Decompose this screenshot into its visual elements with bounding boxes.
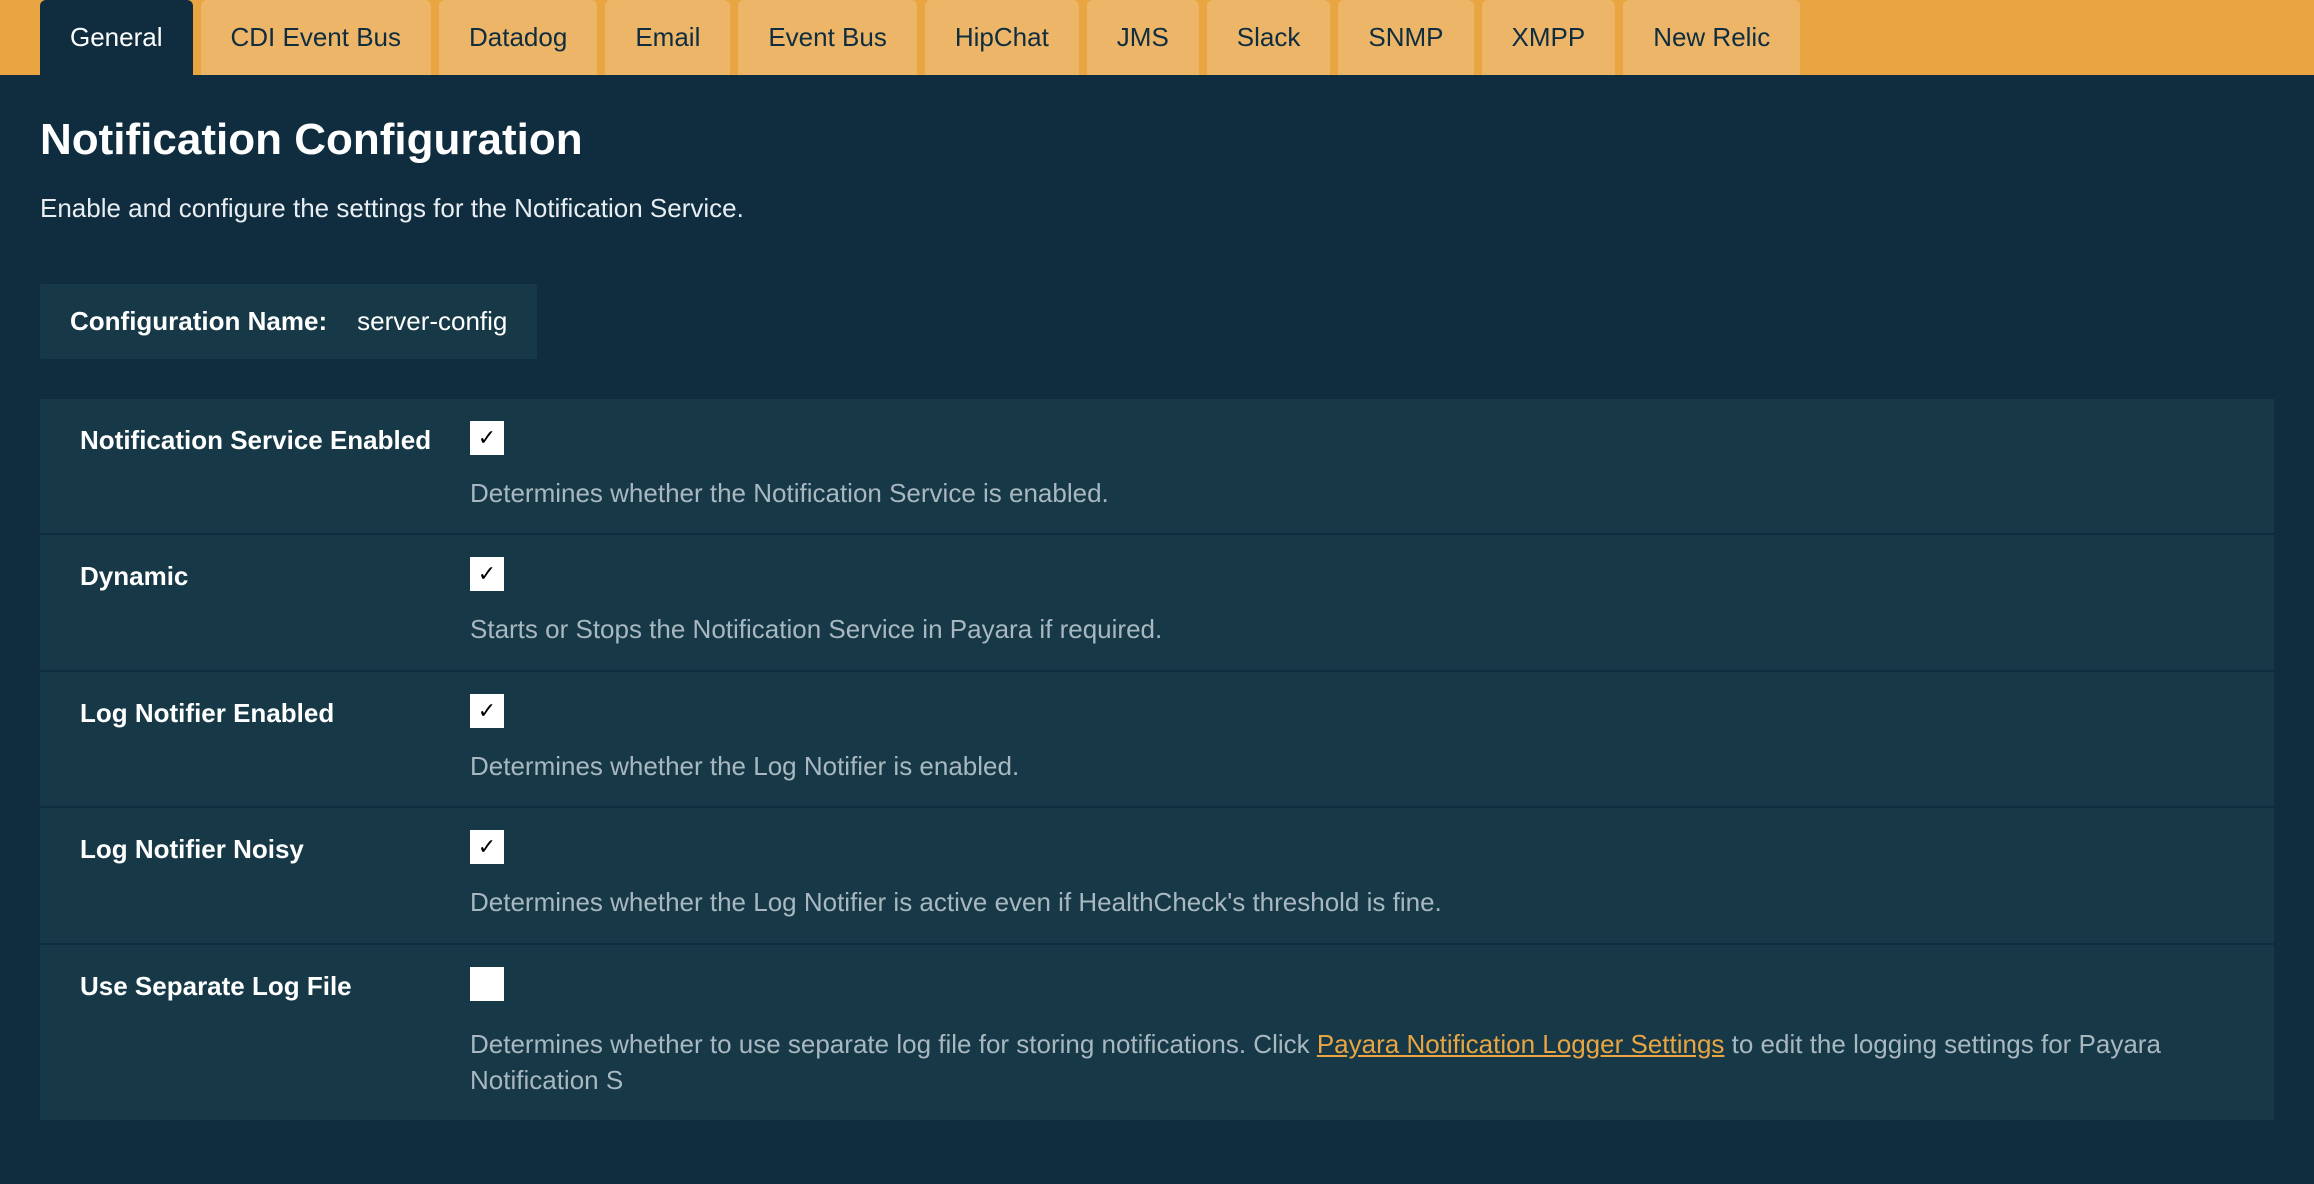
setting-control: Determines whether to use separate log f… [470, 967, 2234, 1099]
checkbox-notification-service-enabled[interactable]: ✓ [470, 421, 504, 455]
checkbox-log-notifier-enabled[interactable]: ✓ [470, 694, 504, 728]
setting-notification-service-enabled: Notification Service Enabled ✓ Determine… [40, 399, 2274, 535]
tab-email[interactable]: Email [605, 0, 730, 75]
setting-control: ✓ Determines whether the Log Notifier is… [470, 830, 2234, 920]
tab-new-relic[interactable]: New Relic [1623, 0, 1800, 75]
config-name-row: Configuration Name: server-config [40, 284, 537, 359]
setting-label: Log Notifier Noisy [80, 830, 470, 865]
tab-bar: General CDI Event Bus Datadog Email Even… [0, 0, 2314, 75]
tab-cdi-event-bus[interactable]: CDI Event Bus [201, 0, 432, 75]
setting-log-notifier-noisy: Log Notifier Noisy ✓ Determines whether … [40, 808, 2274, 944]
setting-description: Determines whether the Notification Serv… [470, 475, 2234, 511]
tab-event-bus[interactable]: Event Bus [738, 0, 917, 75]
description-prefix: Determines whether to use separate log f… [470, 1029, 1317, 1059]
page-title: Notification Configuration [40, 115, 2274, 165]
setting-description: Determines whether the Log Notifier is e… [470, 748, 2234, 784]
setting-control: ✓ Determines whether the Notification Se… [470, 421, 2234, 511]
tab-slack[interactable]: Slack [1207, 0, 1331, 75]
tab-jms[interactable]: JMS [1087, 0, 1199, 75]
setting-label: Use Separate Log File [80, 967, 470, 1002]
setting-dynamic: Dynamic ✓ Starts or Stops the Notificati… [40, 535, 2274, 671]
setting-label: Log Notifier Enabled [80, 694, 470, 729]
setting-description: Determines whether the Log Notifier is a… [470, 884, 2234, 920]
setting-control: ✓ Starts or Stops the Notification Servi… [470, 557, 2234, 647]
tab-hipchat[interactable]: HipChat [925, 0, 1079, 75]
tab-snmp[interactable]: SNMP [1338, 0, 1473, 75]
setting-description: Starts or Stops the Notification Service… [470, 611, 2234, 647]
settings-table: Notification Service Enabled ✓ Determine… [40, 399, 2274, 1122]
checkbox-dynamic[interactable]: ✓ [470, 557, 504, 591]
tab-datadog[interactable]: Datadog [439, 0, 597, 75]
tab-general[interactable]: General [40, 0, 193, 75]
config-name-value: server-config [357, 306, 507, 337]
link-payara-notification-logger-settings[interactable]: Payara Notification Logger Settings [1317, 1029, 1725, 1059]
page-subtitle: Enable and configure the settings for th… [40, 193, 2274, 224]
setting-control: ✓ Determines whether the Log Notifier is… [470, 694, 2234, 784]
setting-label: Dynamic [80, 557, 470, 592]
checkbox-log-notifier-noisy[interactable]: ✓ [470, 830, 504, 864]
content-area: Notification Configuration Enable and co… [0, 75, 2314, 1122]
setting-description: Determines whether to use separate log f… [470, 1026, 2234, 1099]
config-name-label: Configuration Name: [70, 306, 327, 337]
tab-xmpp[interactable]: XMPP [1482, 0, 1616, 75]
setting-label: Notification Service Enabled [80, 421, 470, 456]
setting-log-notifier-enabled: Log Notifier Enabled ✓ Determines whethe… [40, 672, 2274, 808]
setting-use-separate-log-file: Use Separate Log File Determines whether… [40, 945, 2274, 1123]
checkbox-use-separate-log-file[interactable] [470, 967, 504, 1001]
